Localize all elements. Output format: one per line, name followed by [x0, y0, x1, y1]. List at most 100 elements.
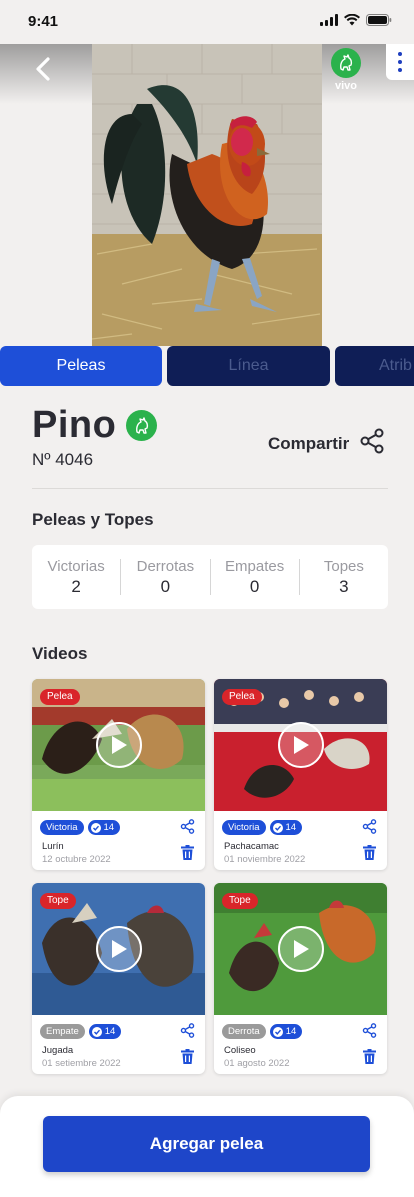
check-icon: [272, 822, 283, 833]
video-card[interactable]: Tope Derrota 14 Coliseo 01 agosto 2022: [214, 883, 387, 1074]
play-icon: [110, 939, 128, 959]
share-label: Compartir: [268, 433, 350, 453]
video-thumbnail[interactable]: Pelea: [32, 679, 205, 811]
video-place: Jugada: [42, 1045, 74, 1056]
trash-icon[interactable]: [181, 845, 194, 865]
bottom-action-bar: Agregar pelea: [0, 1096, 414, 1197]
result-pill: Derrota: [222, 1024, 266, 1039]
result-pill: Empate: [40, 1024, 85, 1039]
share-button[interactable]: Compartir: [268, 428, 385, 459]
video-type-tag: Tope: [222, 893, 258, 909]
video-card[interactable]: Pelea Victoria 14 Pachacamac 01 noviembr…: [214, 679, 387, 870]
video-type-tag: Pelea: [222, 689, 262, 705]
play-button[interactable]: [96, 722, 142, 768]
rooster-number: Nº 4046: [32, 450, 94, 469]
video-date: 01 agosto 2022: [224, 1058, 290, 1069]
trash-icon[interactable]: [363, 1049, 376, 1069]
tab-peleas[interactable]: Peleas: [0, 346, 162, 386]
stat-victorias: Victorias 2: [32, 557, 122, 596]
stat-label: Topes: [323, 557, 364, 575]
chevron-left-icon: [35, 56, 51, 86]
tab-bar: Peleas Línea Atrib: [0, 346, 414, 386]
video-pills: Victoria 14: [222, 820, 303, 835]
stat-value: 0: [160, 576, 171, 596]
status-bar: 9:41: [0, 0, 414, 44]
back-button[interactable]: [26, 54, 60, 88]
rooster-photo: [91, 44, 322, 346]
video-date: 01 noviembre 2022: [224, 854, 306, 865]
check-icon: [272, 1026, 283, 1037]
video-card[interactable]: Tope Empate 14 Jugada 01 setiembre 2022: [32, 883, 205, 1074]
video-type-tag: Pelea: [40, 689, 80, 705]
trash-icon[interactable]: [363, 845, 376, 865]
video-thumbnail[interactable]: Pelea: [214, 679, 387, 811]
video-pills: Derrota 14: [222, 1024, 303, 1039]
play-button[interactable]: [278, 926, 324, 972]
video-thumbnail[interactable]: Tope: [214, 883, 387, 1015]
play-button[interactable]: [96, 926, 142, 972]
stat-value: 2: [71, 576, 81, 596]
check-icon: [91, 1026, 102, 1037]
stat-value: 3: [339, 576, 349, 596]
rooster-badge-icon: [126, 410, 158, 441]
status-icons: [320, 14, 392, 26]
divider: [32, 488, 388, 489]
battery-icon: [366, 14, 392, 26]
stat-label: Victorias: [47, 557, 105, 575]
stat-label: Derrotas: [136, 557, 195, 575]
stats-section-title: Peleas y Topes: [32, 510, 154, 529]
play-button[interactable]: [278, 722, 324, 768]
count-value: 14: [285, 822, 297, 833]
more-dot: [398, 52, 402, 56]
hero-section: vivo: [0, 44, 414, 346]
add-fight-button[interactable]: Agregar pelea: [43, 1116, 370, 1172]
video-place: Lurín: [42, 841, 64, 852]
result-pill: Victoria: [40, 820, 84, 835]
count-value: 14: [104, 1026, 116, 1037]
video-thumbnail[interactable]: Tope: [32, 883, 205, 1015]
stat-value: 0: [249, 576, 260, 596]
more-dot: [398, 60, 402, 64]
play-icon: [292, 735, 310, 755]
stat-empates: Empates 0: [211, 557, 300, 596]
video-card[interactable]: Pelea Victoria 14 Lurín 12 octubre 2022: [32, 679, 205, 870]
signal-icon: [320, 14, 338, 26]
more-options-button[interactable]: [386, 44, 414, 80]
trash-icon[interactable]: [181, 1049, 194, 1069]
count-pill: 14: [88, 1024, 122, 1039]
play-icon: [292, 939, 310, 959]
rooster-status-icon: [331, 48, 361, 78]
profile-name-row: Pino: [32, 404, 158, 447]
count-pill: 14: [87, 820, 121, 835]
stat-label: Empates: [225, 557, 285, 575]
video-pills: Empate 14: [40, 1024, 122, 1039]
video-date: 01 setiembre 2022: [42, 1058, 121, 1069]
count-pill: 14: [269, 1024, 303, 1039]
more-dot: [398, 68, 402, 72]
rooster-name: Pino: [32, 404, 117, 446]
wifi-icon: [344, 14, 360, 26]
video-pills: Victoria 14: [40, 820, 121, 835]
video-type-tag: Tope: [40, 893, 76, 909]
status-time: 9:41: [28, 13, 59, 30]
stats-card: Victorias 2 Derrotas 0 Empates 0 Topes 3: [32, 545, 388, 609]
count-pill: 14: [269, 820, 303, 835]
count-value: 14: [285, 1026, 297, 1037]
share-icon[interactable]: [362, 1023, 377, 1043]
play-icon: [110, 735, 128, 755]
stat-topes: Topes 3: [300, 557, 388, 596]
video-date: 12 octubre 2022: [42, 854, 111, 865]
alive-status-label: vivo: [334, 80, 357, 92]
stat-derrotas: Derrotas 0: [121, 557, 211, 596]
video-place: Pachacamac: [224, 841, 279, 852]
share-icon[interactable]: [180, 1023, 195, 1043]
tab-linea[interactable]: Línea: [167, 346, 330, 386]
alive-status-chip: vivo: [328, 48, 364, 92]
share-icon[interactable]: [180, 819, 195, 839]
check-icon: [90, 822, 101, 833]
video-place: Coliseo: [224, 1045, 256, 1056]
share-icon[interactable]: [362, 819, 377, 839]
share-icon: [359, 428, 385, 459]
count-value: 14: [103, 822, 115, 833]
tab-atributos[interactable]: Atrib: [335, 346, 414, 386]
